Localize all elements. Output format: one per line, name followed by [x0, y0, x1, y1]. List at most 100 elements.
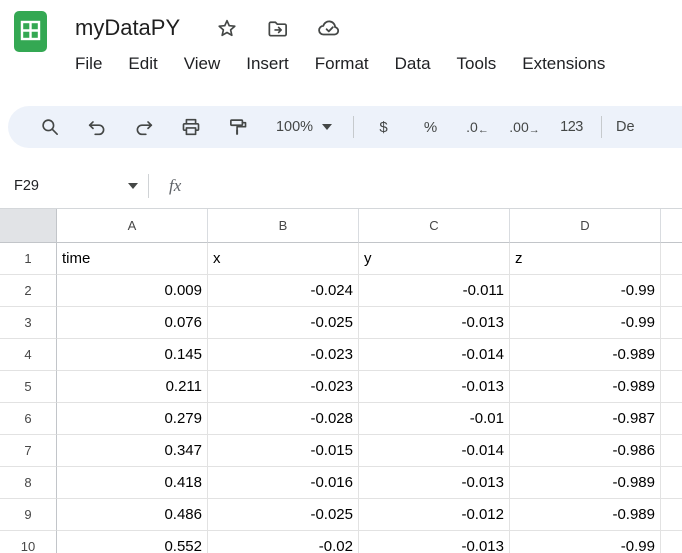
cell-B6[interactable]: -0.028: [208, 403, 359, 435]
cell-D5[interactable]: -0.989: [510, 371, 661, 403]
cell-A3[interactable]: 0.076: [57, 307, 208, 339]
cell-D9[interactable]: -0.989: [510, 499, 661, 531]
menu-insert[interactable]: Insert: [233, 54, 302, 74]
cell-E1[interactable]: [661, 243, 682, 275]
cell-D1[interactable]: z: [510, 243, 661, 275]
toolbar-divider: [601, 116, 602, 138]
cell-D10[interactable]: -0.99: [510, 531, 661, 553]
cloud-saved-icon[interactable]: [317, 16, 341, 40]
cell-A8[interactable]: 0.418: [57, 467, 208, 499]
cell-A6[interactable]: 0.279: [57, 403, 208, 435]
column-header-a[interactable]: A: [57, 209, 208, 243]
cell-A7[interactable]: 0.347: [57, 435, 208, 467]
cell-E10[interactable]: [661, 531, 682, 553]
top-bar: myDataPY: [0, 0, 682, 80]
cell-A2[interactable]: 0.009: [57, 275, 208, 307]
cell-A1[interactable]: time: [57, 243, 208, 275]
cell-D4[interactable]: -0.989: [510, 339, 661, 371]
toolbar-divider: [353, 116, 354, 138]
increase-decimal-icon[interactable]: .00→: [501, 119, 548, 135]
cell-C8[interactable]: -0.013: [359, 467, 510, 499]
cell-D2[interactable]: -0.99: [510, 275, 661, 307]
menu-file[interactable]: File: [62, 54, 115, 74]
menu-data[interactable]: Data: [382, 54, 444, 74]
column-header-c[interactable]: C: [359, 209, 510, 243]
cell-C6[interactable]: -0.01: [359, 403, 510, 435]
zoom-selector[interactable]: 100%: [261, 119, 347, 135]
cell-C1[interactable]: y: [359, 243, 510, 275]
formula-bar-divider: [148, 174, 149, 198]
column-header-row: A B C D: [0, 209, 682, 243]
menu-edit[interactable]: Edit: [115, 54, 170, 74]
table-row-5: 5 0.211 -0.023 -0.013 -0.989: [0, 371, 682, 403]
cell-C3[interactable]: -0.013: [359, 307, 510, 339]
cell-C7[interactable]: -0.014: [359, 435, 510, 467]
cell-A10[interactable]: 0.552: [57, 531, 208, 553]
cell-C10[interactable]: -0.013: [359, 531, 510, 553]
cell-E8[interactable]: [661, 467, 682, 499]
cell-A4[interactable]: 0.145: [57, 339, 208, 371]
row-header-1[interactable]: 1: [0, 243, 57, 275]
cell-A5[interactable]: 0.211: [57, 371, 208, 403]
cell-B2[interactable]: -0.024: [208, 275, 359, 307]
cell-E9[interactable]: [661, 499, 682, 531]
paint-format-icon[interactable]: [214, 116, 261, 138]
cell-B7[interactable]: -0.015: [208, 435, 359, 467]
cell-B8[interactable]: -0.016: [208, 467, 359, 499]
cell-C5[interactable]: -0.013: [359, 371, 510, 403]
cell-D6[interactable]: -0.987: [510, 403, 661, 435]
number-format-button[interactable]: 123: [548, 119, 595, 135]
decrease-decimal-icon[interactable]: .0←: [454, 119, 501, 135]
row-header-4[interactable]: 4: [0, 339, 57, 371]
row-header-8[interactable]: 8: [0, 467, 57, 499]
cell-E6[interactable]: [661, 403, 682, 435]
chevron-down-icon: [322, 124, 332, 130]
cell-E4[interactable]: [661, 339, 682, 371]
sheets-logo-icon[interactable]: [14, 11, 47, 52]
toolbar: 100% $ % .0← .00→ 123 De: [8, 106, 682, 148]
format-currency-button[interactable]: $: [360, 119, 407, 136]
cell-B10[interactable]: -0.02: [208, 531, 359, 553]
select-all-corner[interactable]: [0, 209, 57, 243]
name-box[interactable]: F29: [14, 178, 146, 194]
cell-B3[interactable]: -0.025: [208, 307, 359, 339]
cell-B5[interactable]: -0.023: [208, 371, 359, 403]
cell-C2[interactable]: -0.011: [359, 275, 510, 307]
cell-D3[interactable]: -0.99: [510, 307, 661, 339]
cell-B1[interactable]: x: [208, 243, 359, 275]
star-icon[interactable]: [216, 17, 238, 39]
menu-tools[interactable]: Tools: [444, 54, 510, 74]
cell-E7[interactable]: [661, 435, 682, 467]
cell-D7[interactable]: -0.986: [510, 435, 661, 467]
search-icon[interactable]: [26, 116, 73, 138]
cell-B4[interactable]: -0.023: [208, 339, 359, 371]
row-header-6[interactable]: 6: [0, 403, 57, 435]
cell-A9[interactable]: 0.486: [57, 499, 208, 531]
row-header-2[interactable]: 2: [0, 275, 57, 307]
move-folder-icon[interactable]: [266, 17, 289, 40]
cell-E2[interactable]: [661, 275, 682, 307]
row-header-5[interactable]: 5: [0, 371, 57, 403]
row-header-3[interactable]: 3: [0, 307, 57, 339]
row-header-9[interactable]: 9: [0, 499, 57, 531]
column-header-d[interactable]: D: [510, 209, 661, 243]
print-icon[interactable]: [167, 116, 214, 138]
cell-E3[interactable]: [661, 307, 682, 339]
column-header-e[interactable]: [661, 209, 682, 243]
undo-icon[interactable]: [73, 116, 120, 138]
cell-C4[interactable]: -0.014: [359, 339, 510, 371]
format-percent-button[interactable]: %: [407, 119, 454, 136]
font-selector[interactable]: De: [616, 119, 635, 135]
cell-B9[interactable]: -0.025: [208, 499, 359, 531]
document-title[interactable]: myDataPY: [75, 15, 180, 41]
menu-view[interactable]: View: [171, 54, 234, 74]
menu-extensions[interactable]: Extensions: [509, 54, 618, 74]
cell-C9[interactable]: -0.012: [359, 499, 510, 531]
row-header-7[interactable]: 7: [0, 435, 57, 467]
cell-D8[interactable]: -0.989: [510, 467, 661, 499]
redo-icon[interactable]: [120, 116, 167, 138]
row-header-10[interactable]: 10: [0, 531, 57, 553]
column-header-b[interactable]: B: [208, 209, 359, 243]
cell-E5[interactable]: [661, 371, 682, 403]
menu-format[interactable]: Format: [302, 54, 382, 74]
